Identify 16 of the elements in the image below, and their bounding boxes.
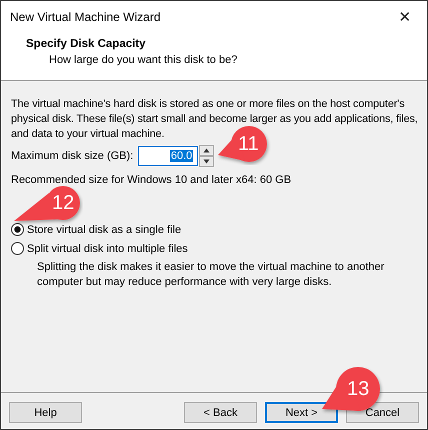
radio-label[interactable]: Split virtual disk into multiple files [27, 242, 188, 254]
disk-size-field[interactable]: 60.0 [138, 146, 198, 166]
window-title: New Virtual Machine Wizard [10, 10, 160, 24]
recommendation-text: Recommended size for Windows 10 and later x64: 60 GB [11, 174, 292, 186]
split-note-text: Splitting the disk makes it easier to move the virtual machine to another computer but may reduce performance with very large disks. [37, 260, 386, 290]
wizard-button[interactable]: Help [9, 402, 82, 423]
page-title: Specify Disk Capacity [26, 38, 147, 50]
radio-button[interactable] [11, 223, 24, 236]
radio-label[interactable]: Store virtual disk as a single file [27, 224, 182, 236]
wizard-button[interactable]: Next > [265, 402, 338, 423]
close-button[interactable]: ✕ [383, 8, 427, 26]
spinner-control[interactable] [199, 145, 214, 167]
disk-size-label: Maximum disk size (GB): [11, 150, 134, 162]
page-subtitle: How large do you want this disk to be? [49, 54, 238, 66]
wizard-button[interactable]: < Back [184, 402, 257, 423]
radio-button[interactable] [11, 242, 24, 255]
